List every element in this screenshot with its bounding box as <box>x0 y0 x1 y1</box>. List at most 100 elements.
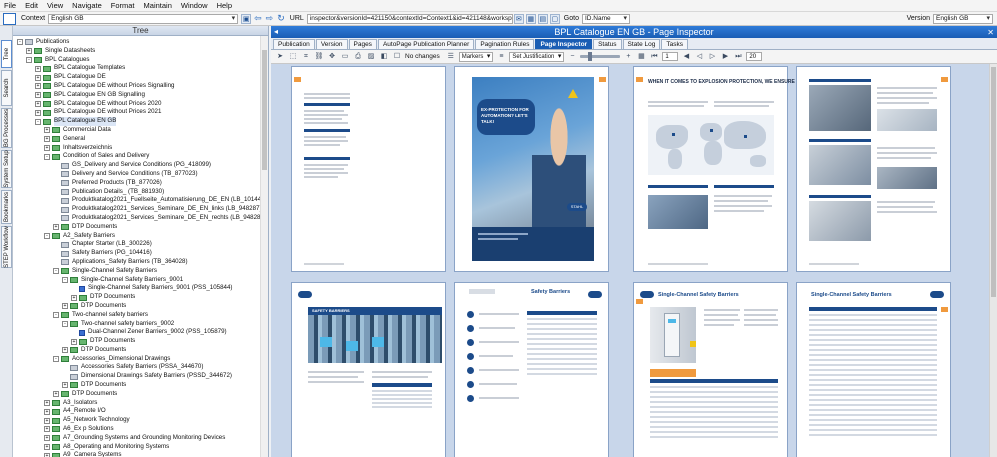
tree-row[interactable]: + DTP Documents <box>13 223 268 232</box>
tree-row[interactable]: + BPL Catalogue DE without Prices Signall… <box>13 82 268 91</box>
tree-row[interactable]: + A8_Operating and Monitoring Systems <box>13 443 268 452</box>
tree-row[interactable]: + BPL Catalogue DE without Prices 2021 <box>13 108 268 117</box>
sidetab-tree[interactable]: Tree <box>1 40 12 68</box>
first-page-icon[interactable]: ⏮ <box>649 52 659 61</box>
close-icon[interactable]: ✕ <box>987 27 994 39</box>
sidetab-bookmarks[interactable]: Bookmarks <box>1 190 12 224</box>
tree-row[interactable]: - Condition of Sales and Delivery <box>13 152 268 161</box>
tab-state-log[interactable]: State Log <box>622 39 661 49</box>
tree-row[interactable]: Publication Details_ (TB_881930) <box>13 188 268 197</box>
layers-icon[interactable]: ☰ <box>446 52 456 61</box>
tab-page-inspector[interactable]: Page Inspector <box>535 39 593 49</box>
expand-toggle-icon[interactable]: + <box>35 65 41 72</box>
tree-row[interactable]: Delivery and Service Conditions (TB_8770… <box>13 170 268 179</box>
link-icon[interactable]: ⛓ <box>314 52 324 61</box>
tree-row[interactable]: + General <box>13 135 268 144</box>
collapse-toggle-icon[interactable]: - <box>44 153 50 160</box>
window-icon[interactable]: ▢ <box>549 13 560 24</box>
collapse-toggle-icon[interactable]: - <box>35 118 41 125</box>
menu-file[interactable]: File <box>4 1 16 10</box>
tree-row[interactable]: Single-Channel Safety Barriers_9001 (PSS… <box>13 284 268 293</box>
tab-pagination-rules[interactable]: Pagination Rules <box>475 39 535 49</box>
zoom-slider-knob[interactable] <box>588 52 593 61</box>
page-canvas[interactable]: EX-PROTECTION FOR AUTOMATION? LET'S TALK… <box>271 64 997 457</box>
expand-toggle-icon[interactable]: + <box>35 74 41 81</box>
canvas-scrollbar[interactable] <box>989 64 997 457</box>
tree-row[interactable]: - BPL Catalogues <box>13 56 268 65</box>
tree-row[interactable]: + DTP Documents <box>13 390 268 399</box>
last-page-icon[interactable]: ⏭ <box>733 52 743 61</box>
tab-pages[interactable]: Pages <box>348 39 377 49</box>
tree-row[interactable]: - BPL Catalogue EN GB <box>13 117 268 126</box>
forward-arrow-icon[interactable]: ⇨ <box>266 13 274 24</box>
page-thumbnail-6[interactable]: Safety Barriers <box>454 282 609 457</box>
page-thumbnail-8[interactable]: Single-Channel Safety Barriers <box>796 282 951 457</box>
expand-toggle-icon[interactable]: + <box>62 347 68 354</box>
expand-toggle-icon[interactable]: + <box>44 408 50 415</box>
back-arrow-icon[interactable]: ⇦ <box>254 13 262 24</box>
menu-view[interactable]: View <box>47 1 63 10</box>
page-thumbnail-2[interactable]: EX-PROTECTION FOR AUTOMATION? LET'S TALK… <box>454 66 609 272</box>
tree-row[interactable]: Safety Barriers (PG_104416) <box>13 249 268 258</box>
tree-row[interactable]: + Single Datasheets <box>13 47 268 56</box>
tree-row[interactable]: Accessories Safety Barriers (PSSA_344670… <box>13 363 268 372</box>
align-icon[interactable]: ≡ <box>496 52 506 61</box>
menu-maintain[interactable]: Maintain <box>144 1 172 10</box>
refresh-icon[interactable]: ↻ <box>277 13 285 24</box>
tab-tasks[interactable]: Tasks <box>661 39 688 49</box>
move-icon[interactable]: ✥ <box>327 52 337 61</box>
checkbox-icon[interactable]: ☐ <box>392 52 402 61</box>
expand-toggle-icon[interactable]: + <box>44 426 50 433</box>
tree-row[interactable]: Applications_Safety Barriers (TB_364028) <box>13 258 268 267</box>
frame-icon[interactable]: ▭ <box>340 52 350 61</box>
page-thumbnail-3[interactable]: WHEN IT COMES TO EXPLOSION PROTECTION, W… <box>633 66 873 272</box>
tree-row[interactable]: Chapter Starter (LB_300226) <box>13 240 268 249</box>
zoom-slider[interactable] <box>580 52 621 61</box>
prev-page-icon[interactable]: ◀ <box>681 52 691 61</box>
tab-version[interactable]: Version <box>315 39 348 49</box>
tree-scroll-thumb[interactable] <box>262 50 267 170</box>
tree-row[interactable]: - Single-Channel Safety Barriers <box>13 267 268 276</box>
crop-icon[interactable]: ⌗ <box>301 52 311 61</box>
expand-toggle-icon[interactable]: + <box>71 338 77 345</box>
tree-row[interactable]: + DTP Documents <box>13 346 268 355</box>
tree-row[interactable]: + Inhaltsverzeichnis <box>13 144 268 153</box>
collapse-toggle-icon[interactable]: - <box>44 232 50 239</box>
canvas-scroll-thumb[interactable] <box>991 67 996 297</box>
expand-toggle-icon[interactable]: + <box>44 144 50 151</box>
tab-autopage-publication-planner[interactable]: AutoPage Publication Planner <box>377 39 475 49</box>
menu-edit[interactable]: Edit <box>25 1 38 10</box>
tree-row[interactable]: + BPL Catalogue DE <box>13 73 268 82</box>
tree-row[interactable]: Produktkatalog2021_Services_Seminare_DE_… <box>13 214 268 223</box>
collapse-toggle-icon[interactable]: - <box>62 276 68 283</box>
tree-row[interactable]: Dual-Channel Zener Barriers_9002 (PSS_10… <box>13 328 268 337</box>
tree-row[interactable]: + A5_Network Technology <box>13 416 268 425</box>
expand-toggle-icon[interactable]: + <box>35 109 41 116</box>
zoom-out-icon[interactable]: − <box>567 52 577 61</box>
page-thumbnail-5[interactable]: SAFETY BARRIERS <box>291 282 446 457</box>
expand-toggle-icon[interactable]: + <box>44 400 50 407</box>
tree-row[interactable]: - A2_Safety Barriers <box>13 232 268 241</box>
collapse-toggle-icon[interactable]: - <box>62 320 68 327</box>
markers-select[interactable]: Markers <box>458 51 494 62</box>
expand-toggle-icon[interactable]: + <box>44 136 50 143</box>
next-page-icon[interactable]: ▶ <box>720 52 730 61</box>
collapse-toggle-icon[interactable]: - <box>53 356 59 363</box>
expand-toggle-icon[interactable]: + <box>44 452 50 457</box>
tree-row[interactable]: + DTP Documents <box>13 337 268 346</box>
page-thumbnail-4[interactable] <box>796 66 951 272</box>
goto-select[interactable]: ID.Name <box>581 13 630 24</box>
tree-scrollbar[interactable] <box>260 36 268 457</box>
prev-icon[interactable]: ◁ <box>694 52 704 61</box>
tree-row[interactable]: + A3_Isolators <box>13 399 268 408</box>
print-icon[interactable]: ⎙ <box>353 52 363 61</box>
menu-window[interactable]: Window <box>181 1 208 10</box>
tree-row[interactable]: + BPL Catalogue DE without Prices 2020 <box>13 100 268 109</box>
tree-row[interactable]: + A9_Camera Systems <box>13 451 268 457</box>
expand-toggle-icon[interactable]: + <box>26 48 32 55</box>
tree-row[interactable]: - Accessories_Dimensional Drawings <box>13 355 268 364</box>
collapse-arrow-icon[interactable]: ◂ <box>274 26 278 38</box>
menu-help[interactable]: Help <box>217 1 232 10</box>
expand-toggle-icon[interactable]: + <box>53 224 59 231</box>
grid-icon[interactable]: ▦ <box>525 13 536 24</box>
